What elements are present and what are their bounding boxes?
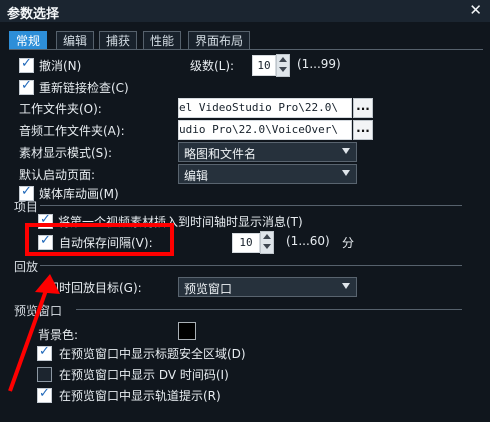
arrow-shaft <box>8 281 51 392</box>
annotation-arrow <box>8 274 60 392</box>
arrow-head-icon <box>35 274 60 294</box>
